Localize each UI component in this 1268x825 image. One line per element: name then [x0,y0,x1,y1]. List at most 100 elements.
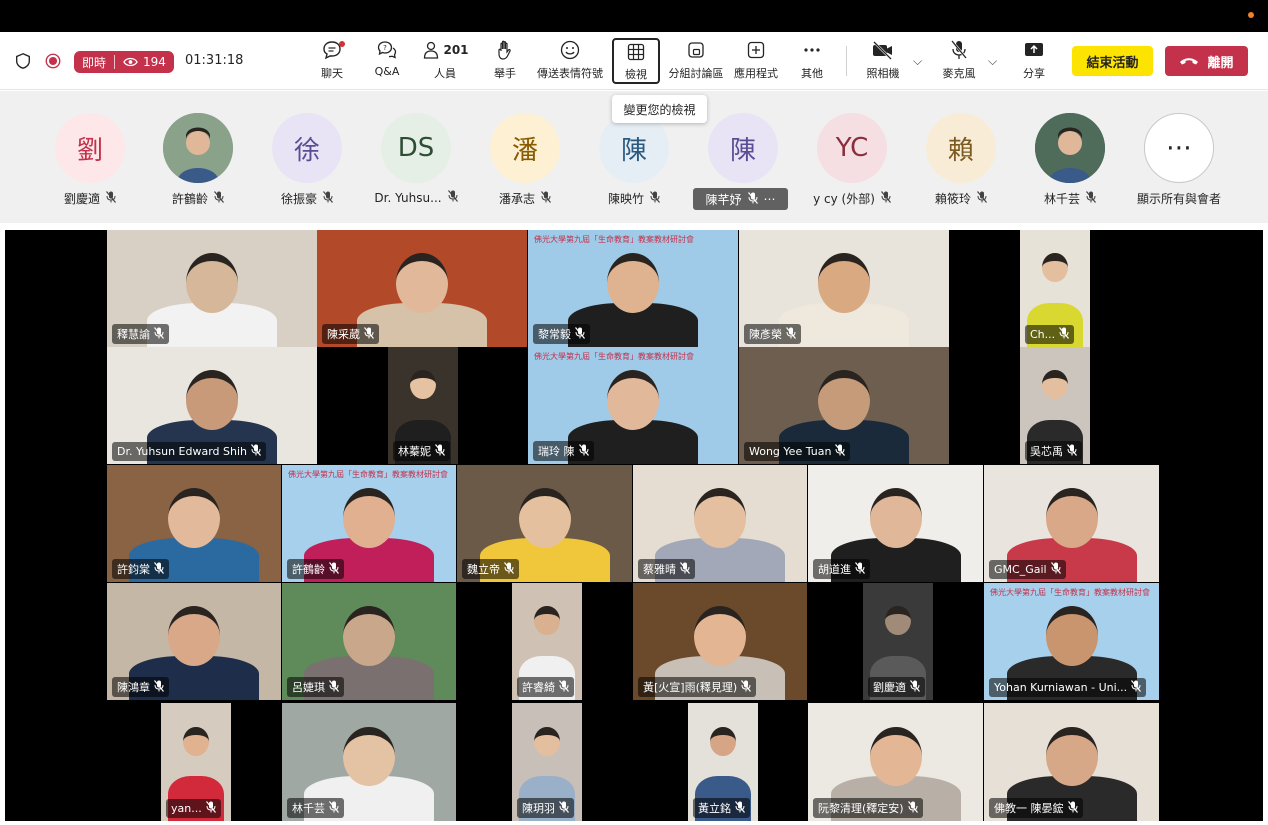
more-button[interactable]: 其他 [797,38,827,84]
share-button[interactable]: 分享 [1020,38,1048,84]
video-tile[interactable]: Wong Yee Tuan [739,347,949,464]
video-tile[interactable]: 阮黎清理(釋定安) [808,703,983,821]
video-tile[interactable]: 佛光大學第九屆「生命教育」教案教材研討會 許鶴齡 [282,465,456,582]
show-all-participants[interactable]: ⋯ 顯示所有與會者 [1124,113,1234,213]
video-tile[interactable]: 林蓁妮 [388,347,458,464]
participant-name-tag: 蔡雅晴 [638,559,695,579]
raise-hand-button[interactable]: 舉手 [489,38,521,84]
video-tile[interactable]: 陳采葳 [317,230,527,347]
participant-name-tag: 黃[火宣]雨(釋見理) [638,677,757,697]
add-app-icon [747,41,765,59]
participant-name-tag: 佛教一 陳晏鋐 [989,798,1083,818]
strip-participant-name: 徐振豪 [252,190,362,207]
participant-face [186,370,238,431]
chat-button[interactable]: 聊天 [316,38,348,84]
mic-off-icon [154,561,164,577]
mic-off-icon [329,679,339,695]
participant-face [186,253,238,314]
video-tile[interactable]: GMC_Gail [984,465,1159,582]
participant-face [396,253,448,314]
video-tile[interactable]: 釋慧諭 [107,230,317,347]
video-tile[interactable]: 佛光大學第九屆「生命教育」教案教材研討會 黎常毅 [528,230,738,347]
view-label: 檢視 [625,68,647,81]
end-event-button[interactable]: 結束活動 [1072,46,1153,76]
avatar: 徐 [272,113,342,183]
mic-off-icon [1067,800,1078,816]
apps-button[interactable]: 應用程式 [733,38,779,84]
chat-label: 聊天 [321,67,343,80]
camera-button[interactable]: 照相機 [864,38,902,84]
mic-off-icon [680,561,690,577]
strip-participant-name: 陳芊妤 ⋯ [693,188,788,210]
mic-off-icon [251,444,261,459]
camera-label: 照相機 [866,67,900,80]
mic-off-icon [575,326,585,342]
react-button[interactable]: 傳送表情符號 [534,38,606,84]
mic-off-icon [106,191,116,206]
participant-name-tag: Dr. Yuhsun Edward Shih [112,442,267,461]
strip-participant[interactable]: 陳陳映竹 [579,113,689,213]
participant-face [343,606,395,667]
strip-participant[interactable]: 林千芸 [1015,113,1125,213]
video-tile[interactable]: 林千芸 [282,703,456,821]
video-tile[interactable]: 魏立帝 [457,465,632,582]
video-tile[interactable]: 黃[火宣]雨(釋見理) [633,583,807,700]
breakout-rooms-button[interactable]: 分組討論區 [666,38,726,84]
strip-participant[interactable]: YC y cy (外部) [797,113,907,213]
qa-button[interactable]: ? Q&A [371,38,403,84]
mic-button[interactable]: 麥克風 [941,38,977,84]
strip-participant-name: 顯示所有與會者 [1136,192,1221,206]
apps-label: 應用程式 [734,67,778,80]
participant-face [607,253,659,314]
video-tile[interactable]: Dr. Yuhsun Edward Shih [107,347,317,464]
video-tile[interactable]: 陳鴻章 [107,583,281,700]
participant-name-tag: 陳彥榮 [744,324,801,344]
video-tile[interactable]: 劉慶適 [863,583,933,700]
participant-name-tag: 瑞玲 陳 [533,441,594,461]
view-button[interactable]: 檢視 [612,38,660,84]
strip-participant[interactable]: DS Dr. Yuhsu... [361,113,471,213]
virtual-background-banner: 佛光大學第九屆「生命教育」教案教材研討會 [990,588,1150,597]
strip-participant[interactable]: 賴賴筱玲 [906,113,1016,213]
strip-participant[interactable]: 許鶴齡 [143,113,253,213]
video-tile[interactable]: yan... [161,703,231,821]
live-indicator: 即時 194 [74,51,174,73]
video-tile[interactable]: Ch... [1020,230,1090,347]
video-tile[interactable]: 佛教一 陳晏鋐 [984,703,1159,821]
video-tile[interactable]: 呂婕琪 [282,583,456,700]
shield-icon[interactable] [14,52,32,70]
strip-participant[interactable]: 徐徐振豪 [252,113,362,213]
people-button[interactable]: 201 人員 [420,38,470,84]
virtual-background-banner: 佛光大學第九屆「生命教育」教案教材研討會 [534,235,694,244]
video-tile[interactable]: 許鈞棠 [107,465,281,582]
mic-off-icon [154,326,164,342]
people-count: 201 [443,43,469,57]
camera-options-chevron-icon[interactable]: ⌵ [913,54,922,69]
video-tile[interactable]: 許睿綺 [512,583,582,700]
qa-label: Q&A [374,65,400,78]
leave-button[interactable]: 離開 [1165,46,1248,76]
participant-name-tag: 許鶴齡 [287,559,344,579]
participant-options-icon[interactable]: ⋯ [764,192,776,206]
record-icon[interactable] [44,52,62,70]
strip-participant[interactable]: 劉劉慶適 [35,113,145,213]
video-tile[interactable]: 吳芯禹 [1020,347,1090,464]
camera-off-icon [873,41,892,60]
mic-off-icon [559,679,569,695]
video-tile[interactable]: 胡道進 [808,465,983,582]
video-tile[interactable]: 黃立銘 [688,703,758,821]
video-tile[interactable]: 蔡雅晴 [633,465,807,582]
strip-participant[interactable]: 潘潘承志 [470,113,580,213]
mic-off-icon [910,679,920,695]
video-tile[interactable]: 陳玥羽 [512,703,582,821]
participant-face [343,488,395,549]
more-icon [804,48,820,52]
video-tile[interactable]: 佛光大學第九屆「生命教育」教案教材研討會 瑞玲 陳 [528,347,738,464]
mic-off-icon [435,443,445,459]
participant-name-tag: 劉慶適 [868,677,925,697]
participant-face [710,726,736,756]
video-tile[interactable]: 佛光大學第九屆「生命教育」教案教材研討會 Yohan Kurniawan - Un… [984,583,1159,700]
mic-options-chevron-icon[interactable]: ⌵ [988,54,997,69]
strip-participant[interactable]: 陳陳芊妤 ⋯ [688,113,798,213]
video-tile[interactable]: 陳彥榮 [739,230,949,347]
